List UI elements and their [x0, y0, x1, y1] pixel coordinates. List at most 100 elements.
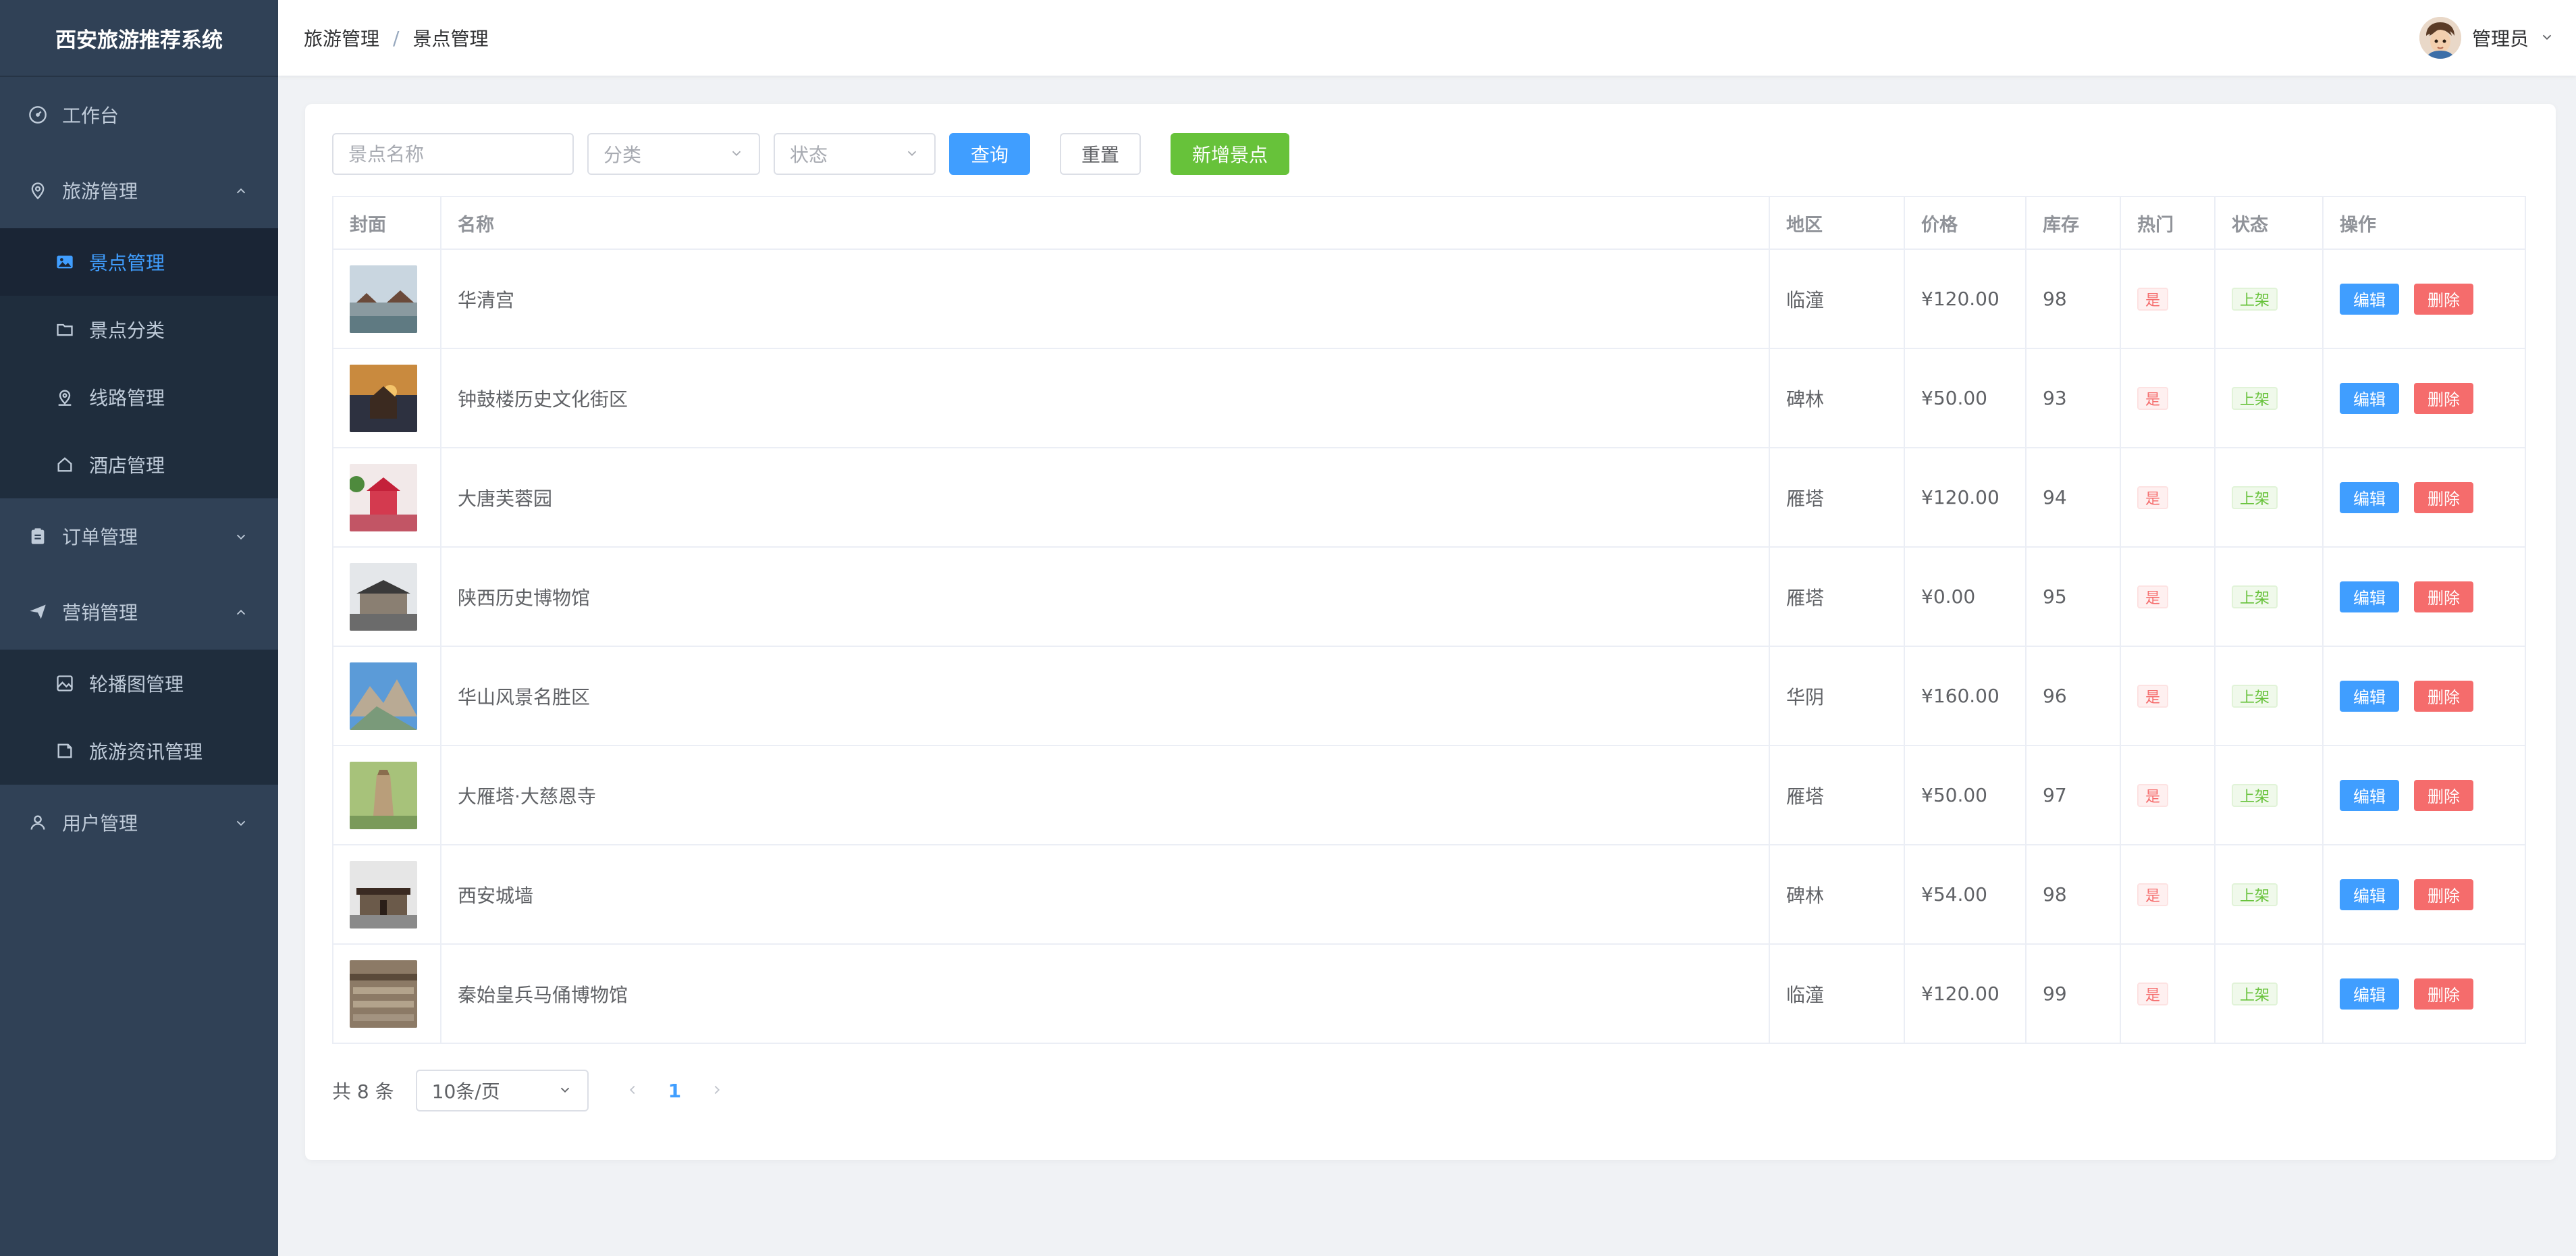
cover-cell — [333, 845, 441, 943]
table-row: 大雁塔·大慈恩寺 雁塔 ¥50.00 97 是 上架 编辑 删除 — [333, 746, 2525, 845]
sidebar-item-scenic-category[interactable]: 景点分类 — [0, 296, 278, 363]
edit-button[interactable]: 编辑 — [2340, 879, 2399, 910]
column-header-region: 地区 — [1770, 197, 1905, 248]
edit-button[interactable]: 编辑 — [2340, 581, 2399, 612]
breadcrumb-item-current: 景点管理 — [412, 28, 489, 50]
actions-cell: 编辑 删除 — [2324, 647, 2525, 745]
status-cell: 上架 — [2216, 746, 2324, 844]
delete-button[interactable]: 删除 — [2414, 581, 2473, 612]
chevron-down-icon — [558, 1080, 572, 1102]
hot-cell: 是 — [2121, 250, 2216, 348]
sidebar: 西安旅游推荐系统 工作台 旅游管理 景点管理 景点分类 线路管理 酒店管理 订单… — [0, 0, 278, 1256]
table-body: 华清宫 临潼 ¥120.00 98 是 上架 编辑 删除 钟鼓楼历史文化街区 碑… — [333, 250, 2525, 1043]
sidebar-item-travel[interactable]: 旅游管理 — [0, 153, 278, 228]
stock-cell: 98 — [2027, 845, 2121, 943]
table-row: 华清宫 临潼 ¥120.00 98 是 上架 编辑 删除 — [333, 250, 2525, 349]
sidebar-item-marketing[interactable]: 营销管理 — [0, 574, 278, 650]
chevron-down-icon — [2540, 27, 2554, 49]
breadcrumb-item-travel[interactable]: 旅游管理 — [304, 24, 379, 51]
reset-button[interactable]: 重置 — [1060, 133, 1141, 175]
edit-button[interactable]: 编辑 — [2340, 481, 2399, 513]
delete-button[interactable]: 删除 — [2414, 779, 2473, 811]
sidebar-item-label: 轮播图管理 — [89, 673, 184, 696]
status-badge: 上架 — [2232, 883, 2278, 906]
sidebar-item-carousel[interactable]: 轮播图管理 — [0, 650, 278, 717]
sidebar-item-label: 景点管理 — [89, 252, 165, 274]
user-menu[interactable]: 管理员 — [2419, 17, 2554, 59]
stock-cell: 99 — [2027, 945, 2121, 1043]
delete-button[interactable]: 删除 — [2414, 879, 2473, 910]
clipboard-icon — [27, 525, 49, 547]
column-header-hot: 热门 — [2121, 197, 2216, 248]
breadcrumb: 旅游管理 / 景点管理 — [304, 24, 488, 51]
sidebar-item-label: 景点分类 — [89, 319, 165, 342]
cover-cell — [333, 746, 441, 844]
hot-badge: 是 — [2137, 287, 2169, 311]
stock-cell: 95 — [2027, 548, 2121, 646]
avatar — [2419, 17, 2461, 59]
sidebar-item-label: 旅游管理 — [62, 180, 138, 203]
price-cell: ¥120.00 — [1905, 448, 2027, 546]
chevron-up-icon — [234, 602, 248, 625]
scenic-name-input[interactable] — [332, 133, 574, 175]
price-cell: ¥50.00 — [1905, 746, 2027, 844]
hot-badge: 是 — [2137, 486, 2169, 509]
table-row: 大唐芙蓉园 雁塔 ¥120.00 94 是 上架 编辑 删除 — [333, 448, 2525, 548]
scenic-table: 封面 名称 地区 价格 库存 热门 状态 操作 华清宫 临潼 ¥120.00 9… — [332, 196, 2526, 1044]
edit-button[interactable]: 编辑 — [2340, 779, 2399, 811]
edit-button[interactable]: 编辑 — [2340, 283, 2399, 315]
marketing-submenu: 轮播图管理 旅游资讯管理 — [0, 650, 278, 785]
category-select[interactable]: 分类 — [587, 133, 760, 175]
status-cell: 上架 — [2216, 448, 2324, 546]
status-select[interactable]: 状态 — [774, 133, 936, 175]
dashboard-icon — [27, 104, 49, 126]
search-button[interactable]: 查询 — [949, 133, 1030, 175]
chevron-down-icon — [729, 143, 744, 165]
price-cell: ¥120.00 — [1905, 945, 2027, 1043]
region-cell: 雁塔 — [1770, 548, 1905, 646]
table-row: 陕西历史博物馆 雁塔 ¥0.00 95 是 上架 编辑 删除 — [333, 548, 2525, 647]
news-icon — [54, 740, 76, 762]
sidebar-item-label: 用户管理 — [62, 812, 138, 835]
add-scenic-button[interactable]: 新增景点 — [1171, 133, 1289, 175]
sidebar-item-routes[interactable]: 线路管理 — [0, 363, 278, 431]
status-cell: 上架 — [2216, 349, 2324, 447]
sidebar-item-orders[interactable]: 订单管理 — [0, 498, 278, 574]
sidebar-item-scenic-spots[interactable]: 景点管理 — [0, 228, 278, 296]
cover-image — [350, 960, 417, 1028]
cover-cell — [333, 548, 441, 646]
page-size-value: 10条/页 — [431, 1080, 500, 1103]
actions-cell: 编辑 删除 — [2324, 448, 2525, 546]
filter-toolbar: 分类 状态 查询 重置 新增景点 — [332, 132, 2527, 176]
delete-button[interactable]: 删除 — [2414, 382, 2473, 414]
region-cell: 华阴 — [1770, 647, 1905, 745]
name-cell: 钟鼓楼历史文化街区 — [441, 349, 1770, 447]
edit-button[interactable]: 编辑 — [2340, 978, 2399, 1010]
delete-button[interactable]: 删除 — [2414, 481, 2473, 513]
edit-button[interactable]: 编辑 — [2340, 680, 2399, 712]
sidebar-item-users[interactable]: 用户管理 — [0, 785, 278, 860]
sidebar-item-news[interactable]: 旅游资讯管理 — [0, 717, 278, 785]
page-number-current[interactable]: 1 — [668, 1080, 681, 1102]
picture-icon — [54, 251, 76, 273]
actions-cell: 编辑 删除 — [2324, 746, 2525, 844]
next-page-icon[interactable] — [709, 1080, 724, 1102]
edit-button[interactable]: 编辑 — [2340, 382, 2399, 414]
stock-cell: 97 — [2027, 746, 2121, 844]
hot-badge: 是 — [2137, 585, 2169, 608]
pagination: 共 8 条 10条/页 1 — [332, 1070, 2527, 1111]
sidebar-item-dashboard[interactable]: 工作台 — [0, 77, 278, 153]
folder-icon — [54, 319, 76, 340]
house-icon — [54, 454, 76, 475]
delete-button[interactable]: 删除 — [2414, 978, 2473, 1010]
sidebar-item-hotels[interactable]: 酒店管理 — [0, 431, 278, 498]
status-badge: 上架 — [2232, 287, 2278, 311]
page-size-select[interactable]: 10条/页 — [415, 1070, 589, 1111]
prev-page-icon[interactable] — [625, 1080, 640, 1102]
status-placeholder: 状态 — [790, 144, 828, 166]
hot-badge: 是 — [2137, 783, 2169, 807]
region-cell: 碑林 — [1770, 349, 1905, 447]
cover-image — [350, 364, 417, 432]
delete-button[interactable]: 删除 — [2414, 680, 2473, 712]
delete-button[interactable]: 删除 — [2414, 283, 2473, 315]
